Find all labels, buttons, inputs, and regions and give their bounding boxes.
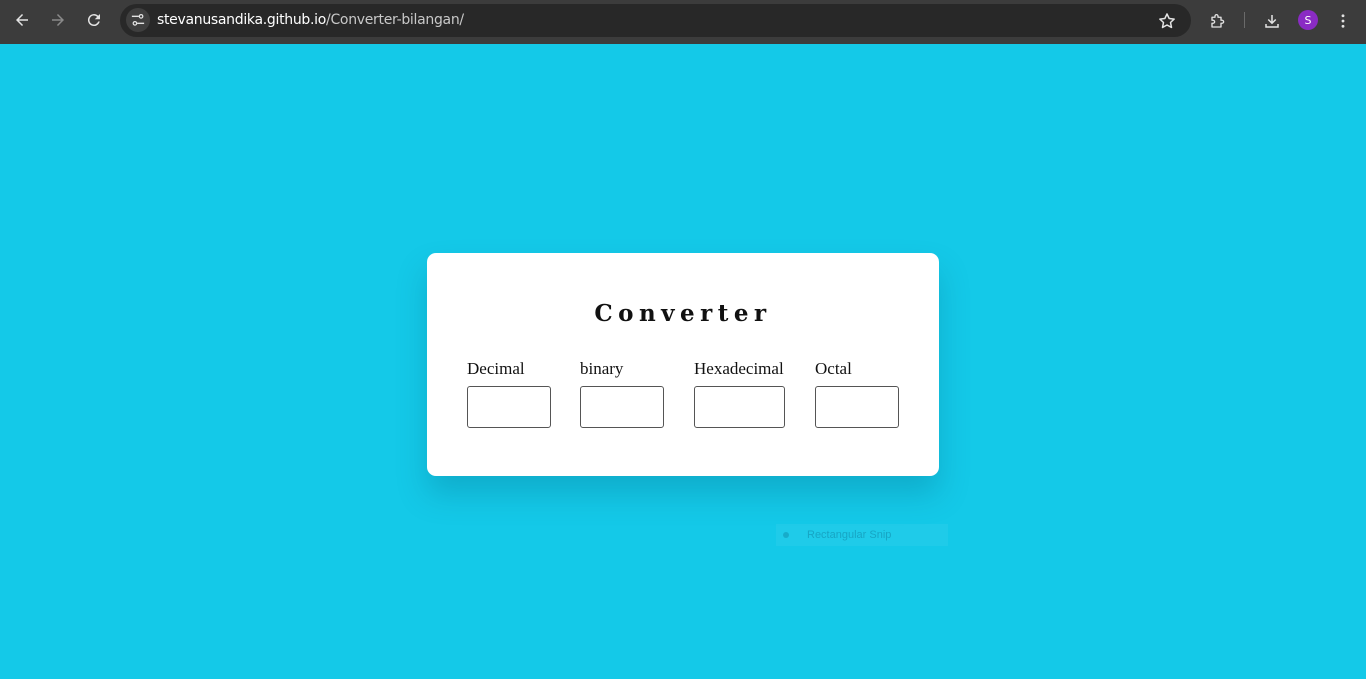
url-host: stevanusandika.github.io [157, 12, 327, 28]
site-settings-icon [131, 13, 145, 26]
hexadecimal-field: Hexadecimal [694, 359, 785, 428]
profile-avatar[interactable]: S [1298, 10, 1318, 30]
page-title: Converter [594, 300, 772, 327]
menu-button[interactable] [1332, 10, 1354, 32]
url-path: /Converter-bilangan/ [326, 12, 464, 28]
hexadecimal-input[interactable] [694, 386, 785, 428]
download-icon [1265, 15, 1279, 28]
forward-button[interactable] [42, 6, 74, 34]
reload-button[interactable] [78, 6, 110, 34]
address-bar[interactable]: stevanusandika.github.io/Converter-bilan… [120, 4, 1191, 37]
more-vert-icon [1341, 14, 1345, 28]
back-arrow-icon [16, 14, 28, 26]
decimal-label: Decimal [467, 359, 525, 378]
bookmark-star-icon[interactable] [1157, 11, 1177, 31]
browser-toolbar: stevanusandika.github.io/Converter-bilan… [0, 0, 1366, 44]
downloads-button[interactable] [1261, 10, 1283, 32]
site-info-button[interactable] [126, 8, 150, 32]
converter-card: Converter Decimal binary Hexadecimal Oct… [427, 253, 939, 476]
snip-mode-overlay: Rectangular Snip [776, 524, 948, 546]
snip-icon [783, 532, 789, 538]
forward-arrow-icon [52, 14, 64, 26]
octal-label: Octal [815, 359, 852, 378]
hexadecimal-label: Hexadecimal [694, 359, 784, 378]
toolbar-divider [1244, 12, 1245, 28]
snip-label: Rectangular Snip [807, 529, 892, 541]
reload-icon [87, 14, 100, 27]
octal-input[interactable] [815, 386, 899, 428]
decimal-field: Decimal [467, 359, 551, 428]
url-text[interactable]: stevanusandika.github.io/Converter-bilan… [157, 12, 464, 28]
binary-input[interactable] [580, 386, 664, 428]
octal-field: Octal [815, 359, 899, 428]
extensions-button[interactable] [1207, 10, 1229, 32]
decimal-input[interactable] [467, 386, 551, 428]
extensions-icon [1211, 14, 1225, 28]
binary-field: binary [580, 359, 664, 428]
binary-label: binary [580, 359, 624, 378]
back-button[interactable] [6, 6, 38, 34]
